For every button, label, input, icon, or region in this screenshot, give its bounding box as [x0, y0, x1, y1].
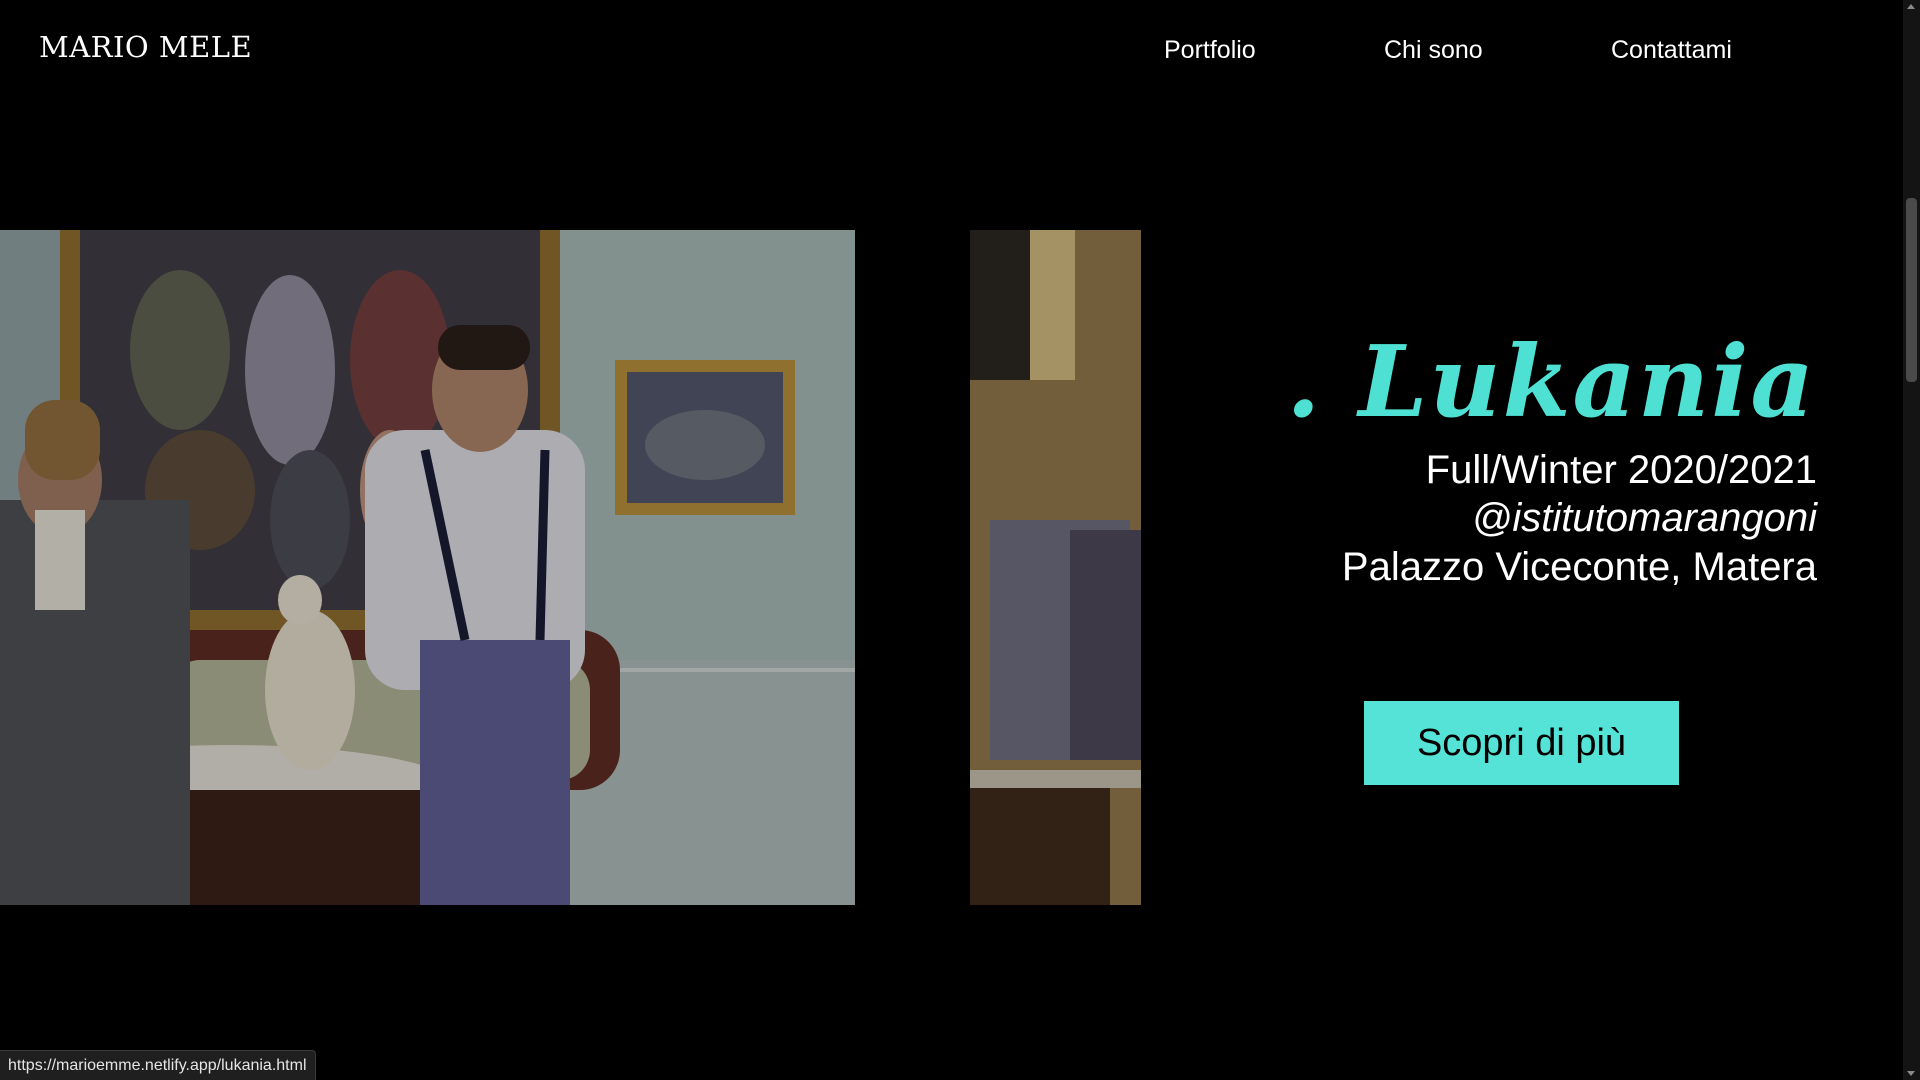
collection-location: Palazzo Viceconte, Matera: [1341, 545, 1817, 589]
collection-season: Full/Winter 2020/2021: [1425, 448, 1817, 492]
photo-fashion-models: [0, 230, 855, 905]
scrollbar-thumb[interactable]: [1906, 198, 1917, 382]
main-nav: Portfolio Chi sono Contattami: [0, 36, 1900, 70]
status-bar-url: https://marioemme.netlify.app/lukania.ht…: [0, 1050, 316, 1080]
page: MARIO MELE Portfolio Chi sono Contattami: [0, 0, 1920, 1080]
nav-link-portfolio[interactable]: Portfolio: [1164, 36, 1256, 65]
carousel-photo-2[interactable]: [970, 230, 1141, 905]
carousel-photo-1[interactable]: [0, 230, 855, 905]
nav-link-chi-sono[interactable]: Chi sono: [1384, 36, 1483, 65]
page-scrollbar[interactable]: [1903, 0, 1920, 1080]
collection-institute: @istitutomarangoni: [1471, 496, 1817, 540]
photo-palazzo-interior: [970, 230, 1141, 905]
scroll-up-icon[interactable]: [1907, 4, 1915, 9]
collection-title: . Lukania: [1286, 325, 1816, 440]
scroll-down-icon[interactable]: [1907, 1071, 1915, 1076]
nav-link-contattami[interactable]: Contattami: [1611, 36, 1732, 65]
discover-more-button[interactable]: Scopri di più: [1364, 701, 1679, 785]
